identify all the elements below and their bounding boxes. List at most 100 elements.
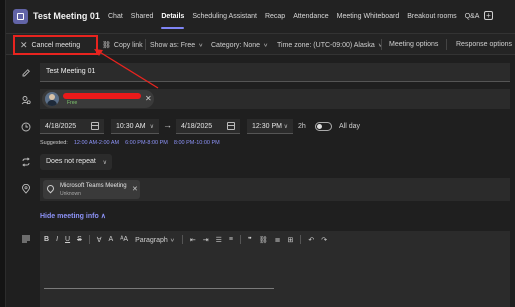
clock-icon	[21, 122, 31, 132]
paragraph-dropdown[interactable]: Paragraph ∨	[135, 236, 175, 244]
show-as-label: Show as: Free	[150, 41, 196, 49]
suggested-label: Suggested:	[40, 140, 68, 146]
calendar-icon	[91, 122, 99, 130]
cancel-meeting-label: Cancel meeting	[31, 41, 81, 49]
tab-shared[interactable]: Shared	[131, 13, 154, 20]
location-pin-icon	[45, 183, 56, 194]
underline-button[interactable]: U	[65, 236, 70, 243]
calendar-app-icon	[13, 9, 28, 24]
chevron-up-icon: ∧	[100, 213, 106, 220]
location-icon	[21, 184, 31, 194]
hide-meeting-info-link[interactable]: Hide meeting info ∧	[40, 212, 106, 220]
attendee-chip[interactable]: Free ✕	[42, 90, 154, 108]
start-date-picker[interactable]: 4/18/2025	[40, 119, 104, 134]
chevron-down-icon: ∨	[198, 42, 204, 48]
show-as-dropdown[interactable]: Show as: Free ∨	[150, 41, 203, 49]
arrow-right-icon: →	[163, 120, 172, 130]
tab-qna[interactable]: Q&A	[465, 13, 480, 20]
repeat-icon	[21, 157, 31, 167]
toolbar-divider	[145, 39, 146, 50]
toolbar-divider	[446, 39, 447, 50]
attendee-status: Free	[67, 100, 78, 106]
chevron-down-icon: ∨	[169, 237, 175, 243]
start-time-value: 10:30 AM	[116, 122, 146, 130]
undo-icon[interactable]: ↶	[308, 236, 314, 244]
meeting-options-label: Meeting options	[389, 41, 439, 48]
toolbar-divider	[88, 235, 90, 244]
copy-link-label: Copy link	[113, 41, 143, 49]
add-tab-icon[interactable]: +	[484, 11, 493, 20]
cancel-meeting-button[interactable]: ✕ Cancel meeting	[13, 35, 98, 55]
people-icon	[21, 95, 31, 105]
tab-details[interactable]: Details	[161, 13, 184, 29]
meeting-title: Test Meeting 01	[33, 11, 100, 21]
meeting-options-button[interactable]: Meeting options	[389, 41, 438, 48]
indent-icon[interactable]: ⇥	[203, 236, 209, 244]
timezone-dropdown[interactable]: Time zone: (UTC-09:00) Alaska ∨	[277, 41, 383, 49]
toolbar-divider	[239, 235, 241, 244]
hide-meeting-info-label: Hide meeting info	[40, 213, 99, 220]
category-dropdown[interactable]: Category: None ∨	[211, 41, 268, 49]
avatar	[45, 92, 59, 106]
pencil-icon	[21, 68, 31, 78]
tab-breakout-rooms[interactable]: Breakout rooms	[407, 13, 456, 20]
bulleted-list-icon[interactable]: ☰	[216, 236, 222, 244]
start-time-dropdown[interactable]: 10:30 AM ∨	[111, 119, 159, 134]
tab-recap[interactable]: Recap	[265, 13, 285, 20]
repeat-value: Does not repeat	[46, 158, 96, 165]
location-field[interactable]: Microsoft Teams Meeting Unknown ✕	[40, 178, 510, 201]
end-time-value: 12:30 PM	[252, 122, 282, 130]
numbered-list-icon[interactable]: ≡	[229, 236, 233, 243]
rich-text-toolbar: B I U S ∀ A ᴬA Paragraph ∨ ⇤ ⇥ ☰ ≡ ❞ ⛓ ≣…	[40, 231, 510, 248]
table-icon[interactable]: ⊞	[288, 236, 294, 244]
close-icon: ✕	[20, 39, 28, 50]
location-chip[interactable]: Microsoft Teams Meeting Unknown ✕	[43, 180, 140, 199]
end-date-picker[interactable]: 4/18/2025	[176, 119, 240, 134]
outdent-icon[interactable]: ⇤	[190, 236, 196, 244]
tab-attendance[interactable]: Attendance	[293, 13, 328, 20]
end-time-dropdown[interactable]: 12:30 PM ∨	[247, 119, 293, 134]
copy-link-button[interactable]: ⛓ Copy link	[102, 41, 143, 50]
suggested-slot[interactable]: 12:00 AM-2:00 AM	[74, 140, 119, 146]
start-date-value: 4/18/2025	[45, 122, 77, 130]
strikethrough-button[interactable]: S	[77, 236, 82, 243]
suggested-slot[interactable]: 8:00 PM-10:00 PM	[174, 140, 220, 146]
link-icon: ⛓	[102, 42, 111, 49]
response-options-button[interactable]: Response options	[456, 41, 512, 48]
remove-location-icon[interactable]: ✕	[132, 185, 138, 193]
meeting-toolbar: ✕ Cancel meeting ⛓ Copy link Show as: Fr…	[6, 34, 515, 55]
tab-chat[interactable]: Chat	[108, 13, 123, 20]
tab-scheduling-assistant[interactable]: Scheduling Assistant	[192, 13, 257, 20]
font-size-icon[interactable]: ᴬA	[120, 236, 128, 243]
remove-attendee-icon[interactable]: ✕	[145, 94, 152, 103]
category-label: Category: None	[211, 41, 261, 49]
quote-icon[interactable]: ❞	[248, 236, 252, 244]
repeat-dropdown[interactable]: Does not repeat ∨	[40, 154, 112, 170]
duration-label: 2h	[298, 123, 306, 130]
location-status: Unknown	[60, 191, 81, 197]
toolbar-divider	[381, 39, 382, 50]
tab-meeting-whiteboard[interactable]: Meeting Whiteboard	[337, 13, 400, 20]
text-align-icon	[21, 234, 31, 244]
link-icon[interactable]: ⛓	[259, 236, 268, 244]
bold-button[interactable]: B	[44, 236, 49, 243]
redo-icon[interactable]: ↷	[321, 236, 327, 244]
location-name: Microsoft Teams Meeting	[60, 183, 127, 189]
chevron-down-icon: ∨	[263, 42, 269, 48]
meeting-description-editor[interactable]	[40, 248, 510, 307]
response-options-label: Response options	[456, 41, 513, 48]
chevron-down-icon: ∨	[283, 124, 288, 130]
align-icon[interactable]: ≣	[275, 236, 281, 244]
calendar-icon	[227, 122, 235, 130]
chevron-down-icon: ∨	[149, 124, 154, 130]
meeting-title-input[interactable]: Test Meeting 01	[40, 63, 510, 82]
highlight-icon[interactable]: ∀	[97, 236, 102, 244]
italic-button[interactable]: I	[56, 236, 58, 243]
all-day-toggle[interactable]	[315, 122, 332, 131]
suggested-slot[interactable]: 6:00 PM-8:00 PM	[125, 140, 168, 146]
font-color-icon[interactable]: A	[109, 236, 114, 243]
toolbar-divider	[181, 235, 183, 244]
redacted-attendee-name	[63, 93, 141, 99]
all-day-label: All day	[339, 123, 361, 130]
attendees-field[interactable]: Free ✕	[40, 89, 510, 109]
